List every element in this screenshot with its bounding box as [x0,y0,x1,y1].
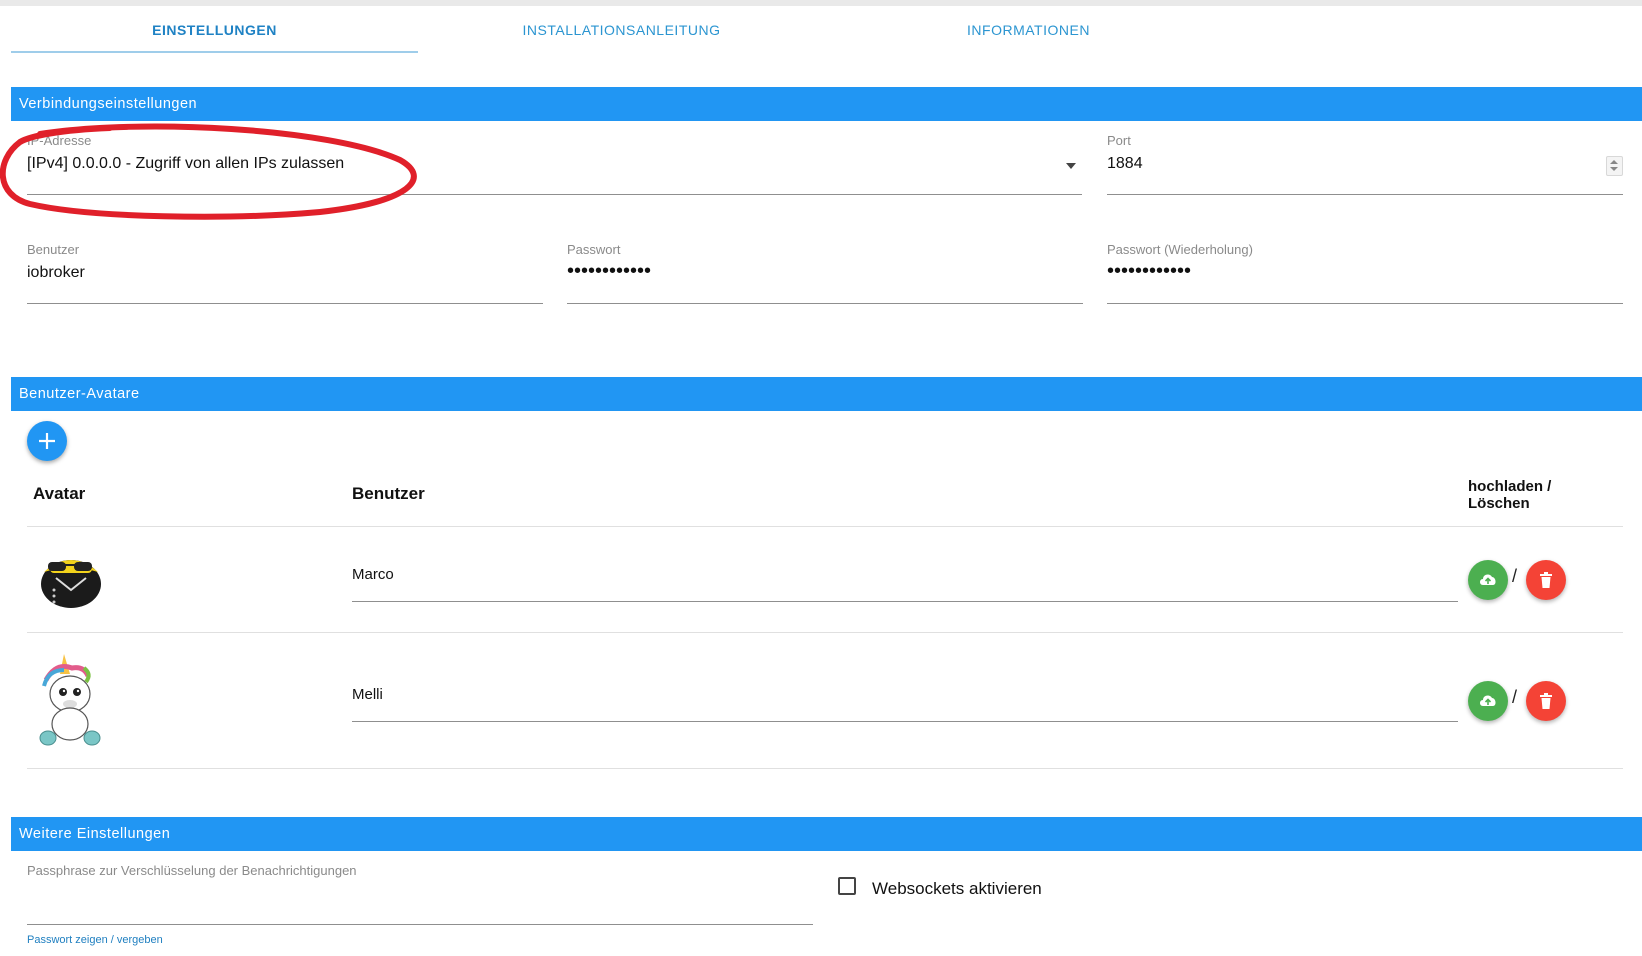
ip-address-value: [IPv4] 0.0.0.0 - Zugriff von allen IPs z… [27,155,345,172]
trash-icon [1540,693,1552,709]
active-tab-indicator [11,51,418,53]
number-spinner-icon[interactable] [1606,156,1623,176]
ip-address-select[interactable]: IP-Adresse [IPv4] 0.0.0.0 - Zugriff von … [27,133,1082,195]
user-value: iobroker [27,264,85,281]
action-separator: / [1512,566,1518,586]
show-password-link[interactable]: Passwort zeigen / vergeben [27,934,163,946]
action-separator: / [1512,687,1518,707]
password-field[interactable]: Passwort •••••••••••• [567,242,1083,304]
add-avatar-button[interactable] [27,421,67,461]
tab-einstellungen[interactable]: EINSTELLUNGEN [11,6,418,54]
sunglasses-avatar-icon[interactable] [38,550,104,610]
tab-bar: EINSTELLUNGEN INSTALLATIONSANLEITUNG INF… [11,6,1231,54]
section-header-connection: Verbindungseinstellungen [11,87,1642,121]
avatar-user-input-marco[interactable]: Marco [352,566,1458,602]
section-header-further: Weitere Einstellungen [11,817,1642,851]
passphrase-label: Passphrase zur Verschlüsselung der Benac… [27,863,357,878]
column-header-avatar: Avatar [33,484,86,503]
port-label: Port [1107,133,1131,148]
password-value: •••••••••••• [567,260,652,282]
column-header-user: Benutzer [352,484,425,503]
websockets-checkbox[interactable] [838,877,856,895]
column-header-actions: hochladen / Löschen [1468,478,1552,512]
unicorn-avatar-icon[interactable] [36,652,104,748]
websockets-label: Websockets aktivieren [872,879,1042,898]
delete-button[interactable] [1526,560,1566,600]
port-value: 1884 [1107,155,1143,172]
password-repeat-field[interactable]: Passwort (Wiederholung) •••••••••••• [1107,242,1623,304]
delete-button[interactable] [1526,681,1566,721]
dropdown-caret-icon [1066,163,1076,169]
password-label: Passwort [567,242,621,257]
password-repeat-label: Passwort (Wiederholung) [1107,242,1253,257]
upload-button[interactable] [1468,681,1508,721]
tab-informationen[interactable]: INFORMATIONEN [825,6,1232,54]
trash-icon [1540,572,1552,588]
plus-icon [39,433,55,449]
password-repeat-value: •••••••••••• [1107,260,1192,282]
tab-installationsanleitung[interactable]: INSTALLATIONSANLEITUNG [418,6,825,54]
user-field[interactable]: Benutzer iobroker [27,242,543,304]
avatar-user-value: Marco [352,566,394,583]
section-header-avatars: Benutzer-Avatare [11,377,1642,411]
upload-button[interactable] [1468,560,1508,600]
cloud-upload-icon [1480,574,1496,585]
user-label: Benutzer [27,242,80,257]
cloud-upload-icon [1480,695,1496,706]
passphrase-field[interactable]: Passphrase zur Verschlüsselung der Benac… [27,863,813,925]
port-field[interactable]: Port 1884 [1107,133,1623,195]
ip-address-label: IP-Adresse [27,133,92,148]
avatar-user-input-melli[interactable]: Melli [352,686,1458,722]
avatar-user-value: Melli [352,686,383,703]
